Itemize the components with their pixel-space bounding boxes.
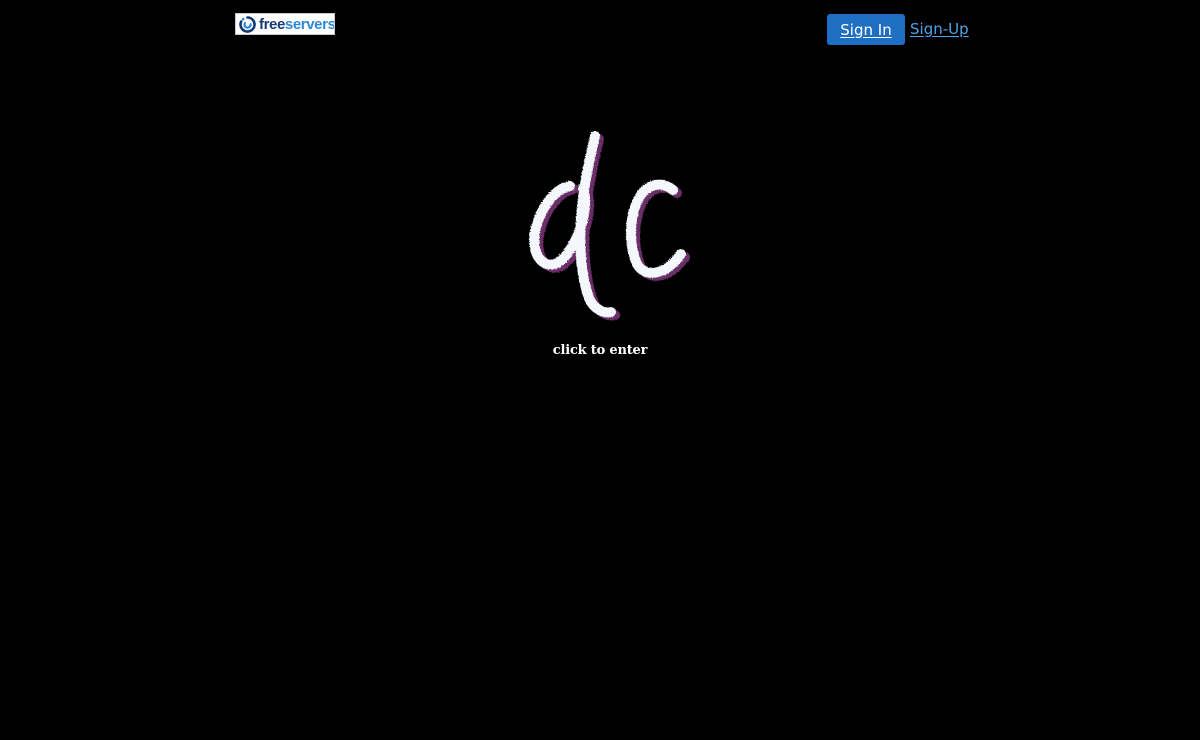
freeservers-wordmark: freeservers bbox=[259, 15, 335, 33]
sign-in-button[interactable]: Sign In bbox=[827, 14, 905, 45]
click-to-enter-link[interactable]: click to enter bbox=[500, 343, 700, 359]
dc-handwritten-logo[interactable] bbox=[525, 128, 695, 326]
sign-up-link[interactable]: Sign-Up bbox=[910, 20, 969, 38]
freeservers-logo[interactable]: freeservers bbox=[235, 13, 335, 35]
top-bar: freeservers Sign In Sign-Up bbox=[0, 0, 1200, 60]
freeservers-swirl-icon bbox=[239, 15, 256, 33]
